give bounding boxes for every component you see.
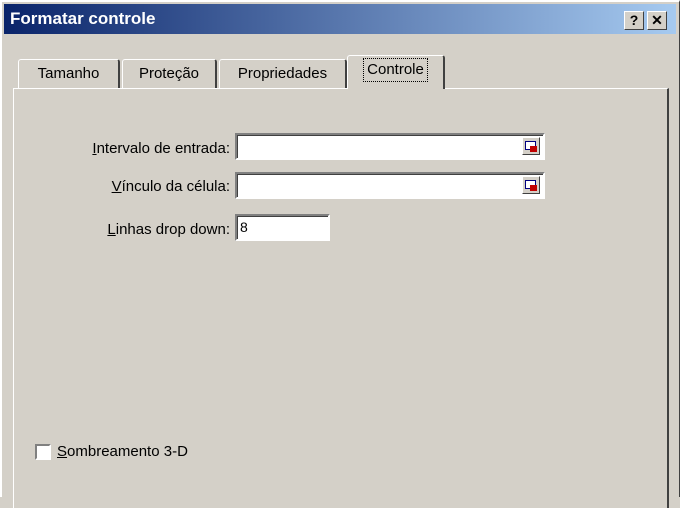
tab-label: Proteção — [138, 65, 200, 82]
input-range-field[interactable] — [235, 133, 545, 160]
tab-label: Tamanho — [37, 65, 100, 82]
dropdown-lines-value: 8 — [240, 219, 248, 235]
tab-tamanho[interactable]: Tamanho — [18, 59, 120, 89]
tab-propriedades[interactable]: Propriedades — [219, 59, 347, 89]
dialog-title: Formatar controle — [10, 9, 156, 28]
dropdown-lines-field[interactable]: 8 — [235, 214, 330, 241]
dropdown-lines-label: Linhas drop down: — [107, 221, 230, 238]
tab-label: Propriedades — [237, 65, 328, 82]
close-button[interactable]: ✕ — [647, 11, 667, 30]
title-bar[interactable]: Formatar controle ? ✕ — [4, 4, 676, 34]
tab-controle[interactable]: Controle — [347, 55, 445, 89]
cell-link-field[interactable] — [235, 172, 545, 199]
help-button[interactable]: ? — [624, 11, 644, 30]
shading-3d-checkbox[interactable] — [35, 444, 51, 460]
format-control-dialog: Formatar controle ? ✕ Tamanho Proteção P… — [0, 0, 680, 508]
tab-label: Controle — [363, 58, 428, 82]
collapse-dialog-icon[interactable] — [522, 176, 540, 194]
cell-link-label: Vínculo da célula: — [111, 178, 230, 195]
collapse-dialog-icon[interactable] — [522, 137, 540, 155]
shading-3d-label: Sombreamento 3-D — [57, 443, 188, 460]
input-range-label: Intervalo de entrada: — [92, 140, 230, 157]
tab-protecao[interactable]: Proteção — [122, 59, 217, 89]
